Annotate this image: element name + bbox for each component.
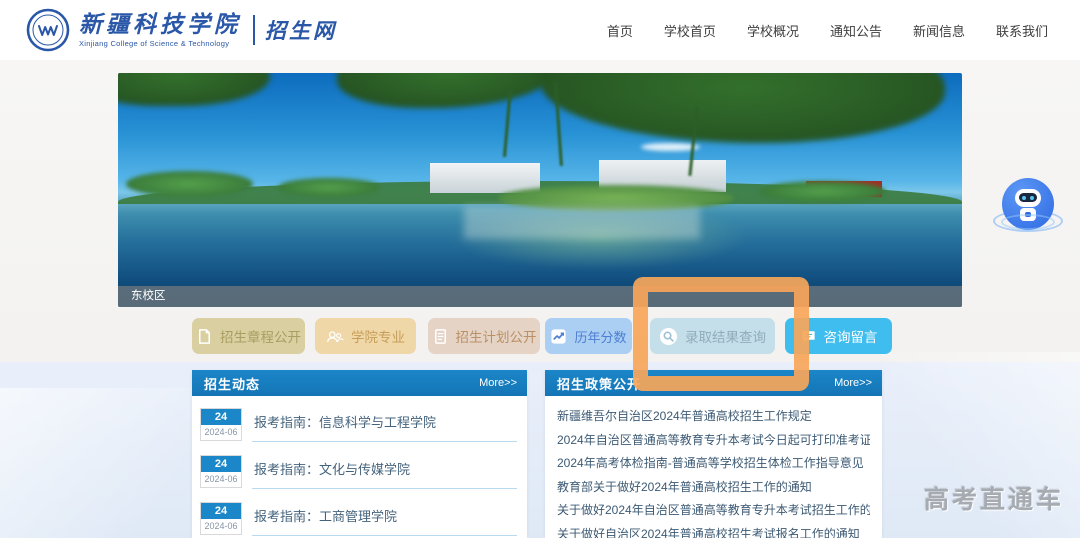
lower-section: 招生动态 More>> 24 2024-06 报考指南：信息科学与工程学院 24 [0,352,1080,538]
news-panel: 招生动态 More>> 24 2024-06 报考指南：信息科学与工程学院 24 [192,370,527,538]
news-title[interactable]: 报考指南：信息科学与工程学院 [254,412,517,431]
search-icon [659,327,678,345]
policy-more-link[interactable]: More>> [834,377,872,389]
badge-date: 2024-06 [201,519,241,534]
admissions-homepage: 新疆科技学院 Xinjiang College of Science & Tec… [0,0,1080,538]
badge-date: 2024-06 [201,472,241,487]
robot-ring [1001,214,1055,230]
admission-result-query-button[interactable]: 录取结果查询 [650,318,775,354]
news-panel-title: 招生动态 [204,376,261,392]
campus-photo: 东校区 [118,73,962,307]
button-label: 历年分数 [574,329,627,345]
watermark-text: 高考直通车 [923,486,1064,514]
news-panel-header: 招生动态 More>> [192,370,527,396]
water-reflection-art [464,206,701,240]
nav-item-news[interactable]: 新闻信息 [913,21,965,40]
site-name: 招生网 [265,18,337,43]
policy-list-item[interactable]: 教育部关于做好2024年普通高校招生工作的通知 [557,476,870,500]
consult-message-button[interactable]: 咨询留言 [785,318,892,354]
policy-panel: 招生政策公开 More>> 新疆维吾尔自治区2024年普通高校招生工作规定 20… [545,370,882,538]
date-badge: 24 2024-06 [200,502,242,535]
university-emblem-icon [26,8,70,52]
willow-foliage-art [540,73,946,144]
news-list-item[interactable]: 24 2024-06 报考指南：信息科学与工程学院 [200,408,517,455]
university-name-cn: 新疆科技学院 [79,10,241,38]
nav-item-school[interactable]: 学校首页 [664,21,716,40]
bush-art [278,178,380,198]
historical-scores-button[interactable]: 历年分数 [545,318,632,354]
banner-caption: 东校区 [118,286,962,307]
button-label: 咨询留言 [823,330,878,345]
admission-charter-button[interactable]: 招生章程公开 [192,318,305,354]
button-label: 录取结果查询 [685,330,766,345]
nav-item-home[interactable]: 首页 [607,21,633,40]
date-badge: 24 2024-06 [200,408,242,441]
badge-day: 24 [201,456,241,472]
willow-foliage-art [118,73,270,106]
top-header: 新疆科技学院 Xinjiang College of Science & Tec… [0,0,1080,60]
nav-item-contact[interactable]: 联系我们 [996,21,1048,40]
score-chart-icon [551,328,567,344]
enrollment-plan-button[interactable]: 招生计划公开 [428,318,540,354]
news-list-item[interactable]: 24 2024-06 报考指南：工商管理学院 [200,502,517,538]
news-title[interactable]: 报考指南：文化与传媒学院 [254,459,517,478]
quick-actions-row: 招生章程公开 学院专业 招生计划公开 历年分数 录取结果查询 咨询留言 [0,318,1080,354]
policy-panel-header: 招生政策公开 More>> [545,370,882,396]
bush-art [126,171,254,197]
news-list-item[interactable]: 24 2024-06 报考指南：文化与传媒学院 [200,455,517,502]
banner-section: 东校区 [0,60,1080,362]
badge-day: 24 [201,409,241,425]
robot-visor [1019,193,1037,202]
assistant-robot-icon[interactable] [993,172,1063,238]
policy-list-item[interactable]: 2024年高考体检指南-普通高等学校招生体检工作指导意见 [557,452,870,476]
badge-day: 24 [201,503,241,519]
charter-doc-icon [199,328,210,344]
button-label: 招生计划公开 [455,330,537,345]
button-label: 招生章程公开 [220,330,301,345]
policy-panel-title: 招生政策公开 [557,376,642,392]
news-title[interactable]: 报考指南：工商管理学院 [254,506,517,525]
bush-art [759,180,887,202]
policy-list-item[interactable]: 2024年自治区普通高等教育专升本考试今日起可打印准考证 [557,429,870,453]
button-label: 学院专业 [351,330,405,345]
date-badge: 24 2024-06 [200,455,242,488]
college-users-icon [327,330,344,342]
site-logo[interactable]: 新疆科技学院 Xinjiang College of Science & Tec… [26,8,337,52]
message-icon [801,330,815,342]
policy-list-item[interactable]: 关于做好2024年自治区普通高等教育专升本考试招生工作的通知 [557,499,870,523]
badge-date: 2024-06 [201,425,241,440]
nav-item-notices[interactable]: 通知公告 [830,21,882,40]
college-majors-button[interactable]: 学院专业 [315,318,416,354]
plan-doc-icon [434,328,446,344]
news-more-link[interactable]: More>> [479,377,517,389]
university-name-en: Xinjiang College of Science & Technology [79,38,230,48]
logo-divider [253,15,255,45]
policy-list-item[interactable]: 新疆维吾尔自治区2024年普通高校招生工作规定 [557,405,870,429]
policy-list-item[interactable]: 关于做好自治区2024年普通高校招生考试报名工作的通知 [557,523,870,538]
main-nav: 首页 学校首页 学校概况 通知公告 新闻信息 联系我们 [607,21,1048,40]
willow-foliage-art [337,73,557,109]
nav-item-overview[interactable]: 学校概况 [747,21,799,40]
